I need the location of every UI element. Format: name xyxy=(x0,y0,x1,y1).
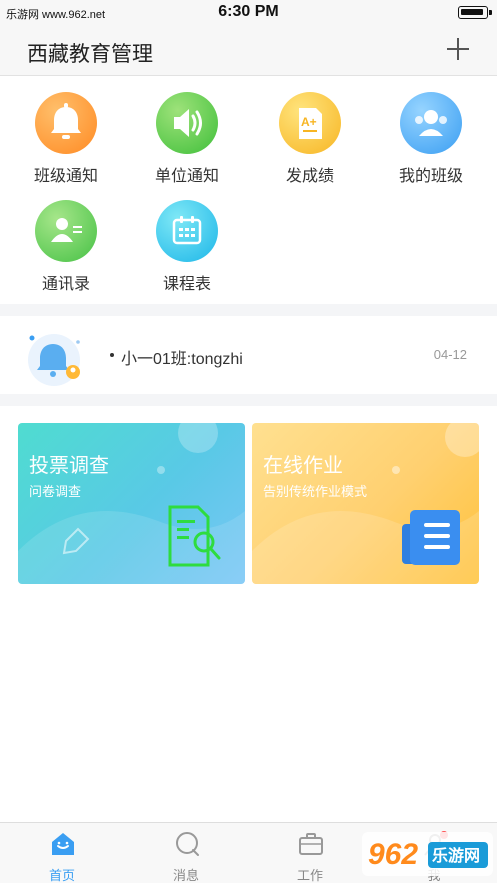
group-icon xyxy=(400,92,462,154)
grid-item-label: 我的班级 xyxy=(398,168,463,185)
notice-date: 04-12 xyxy=(433,347,467,362)
grid-item-label: 课程表 xyxy=(162,276,211,293)
svg-text:A+: A+ xyxy=(301,115,317,129)
card-subtitle: 告别传统作业模式 xyxy=(263,484,368,499)
notice-bell-icon xyxy=(28,334,80,386)
function-grid: 班级通知 单位通知 A+ 发成绩 我的班级 通讯录 课程表 xyxy=(0,77,497,304)
grid-item-contacts[interactable]: 通讯录 xyxy=(4,185,128,293)
status-time: 6:30 PM xyxy=(218,3,279,20)
tab-label: 首页 xyxy=(48,868,75,883)
tab-label: 工作 xyxy=(296,868,323,883)
grid-item-label: 发成绩 xyxy=(285,168,334,185)
speaker-icon xyxy=(156,92,218,154)
chat-bubble-icon xyxy=(176,832,199,856)
calendar-icon xyxy=(156,200,218,262)
watermark-logo: 962 乐游网 xyxy=(362,832,493,876)
grid-item-class-notice[interactable]: 班级通知 xyxy=(4,77,128,185)
grid-item-unit-notice[interactable]: 单位通知 xyxy=(125,77,249,185)
bullet-dot xyxy=(110,353,114,357)
card-title: 在线作业 xyxy=(263,455,343,477)
status-bar: 乐游网 www.962.net 6:30 PM xyxy=(0,0,497,26)
card-subtitle: 问卷调查 xyxy=(29,484,82,499)
page-title: 西藏教育管理 xyxy=(27,43,153,66)
home-icon xyxy=(52,833,74,855)
vote-survey-card[interactable]: 投票调查 问卷调查 xyxy=(18,423,245,584)
grid-item-label: 通讯录 xyxy=(41,276,90,293)
section-divider xyxy=(0,394,497,406)
grid-item-schedule[interactable]: 课程表 xyxy=(125,185,249,293)
svg-text:乐游网: 乐游网 xyxy=(432,846,480,865)
grade-paper-icon: A+ xyxy=(279,92,341,154)
card-title: 投票调查 xyxy=(29,455,109,477)
notice-list-item[interactable]: 小一01班:tongzhi 04-12 xyxy=(0,316,497,394)
nav-bar: 西藏教育管理 xyxy=(0,26,497,76)
tab-messages[interactable]: 消息 xyxy=(124,823,248,883)
grid-item-grades[interactable]: A+ 发成绩 xyxy=(248,77,372,185)
svg-text:962: 962 xyxy=(368,838,418,871)
notice-text: 小一01班:tongzhi xyxy=(121,351,243,368)
battery-icon xyxy=(458,6,492,19)
bell-icon xyxy=(35,92,97,154)
tab-home[interactable]: 首页 xyxy=(0,823,124,883)
grid-item-my-class[interactable]: 我的班级 xyxy=(369,77,493,185)
plus-icon[interactable] xyxy=(447,38,469,60)
document-search-icon xyxy=(168,505,221,567)
contact-card-icon xyxy=(35,200,97,262)
section-divider xyxy=(0,304,497,316)
online-homework-card[interactable]: 在线作业 告别传统作业模式 xyxy=(252,423,479,584)
grid-item-label: 班级通知 xyxy=(33,168,98,185)
newspaper-icon xyxy=(402,510,460,565)
grid-item-label: 单位通知 xyxy=(154,168,219,185)
tab-label: 消息 xyxy=(172,868,199,883)
briefcase-icon xyxy=(299,833,323,855)
tab-work[interactable]: 工作 xyxy=(248,823,372,883)
